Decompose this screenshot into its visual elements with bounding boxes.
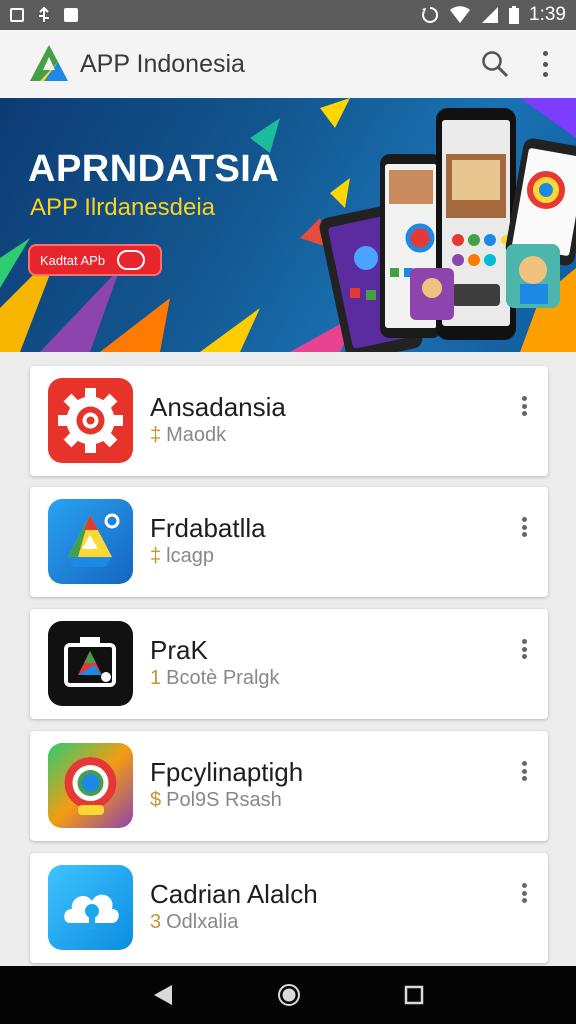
app-card[interactable]: Cadrian Alalch 3 Odlxalia [30,853,548,963]
gallery-notification-icon [10,8,24,22]
usb-icon [39,7,49,22]
banner-cta-button[interactable]: Kadtat APb [28,244,162,276]
app-card[interactable]: PraK 1 Bcotè Pralgk [30,609,548,719]
system-navigation-bar [0,966,576,1024]
n-notification-icon [64,8,78,22]
app-options-icon[interactable] [520,761,528,781]
toggle-icon [117,250,146,270]
back-icon[interactable] [152,983,174,1007]
app-logo-icon [30,45,68,81]
recents-icon[interactable] [404,985,424,1005]
app-name: Ansadansia [150,392,286,422]
camera-icon [48,621,133,706]
battery-icon [509,6,520,24]
banner-cta-label: Kadtat APb [40,252,106,268]
promo-banner[interactable]: APRNDATSIA APP Ilrdanesdeia Kadtat APb [0,98,576,352]
drive-icon [48,499,133,584]
signal-icon [482,7,499,23]
app-subtitle: ‡ lcagp [150,545,214,567]
banner-subheadline: APP Ilrdanesdeia [30,194,216,221]
status-bar: 1:39 [0,0,576,30]
app-bar: APP Indonesia [0,30,576,98]
app-subtitle: $ Pol9S Rsash [150,789,282,811]
cloud-key-icon [48,865,133,950]
app-subtitle: ‡ Maodk [150,424,227,446]
search-icon[interactable] [480,49,510,79]
app-card[interactable]: Fpcylinaptigh $ Pol9S Rsash [30,731,548,841]
gear-icon [48,378,133,463]
app-card[interactable]: Ansadansia ‡ Maodk [30,366,548,476]
app-name: Fpcylinaptigh [150,757,304,787]
app-title: APP Indonesia [80,49,245,78]
overflow-menu-icon[interactable] [540,51,550,77]
chrome-icon [48,743,133,828]
app-options-icon[interactable] [520,517,528,537]
banner-artwork [0,98,576,352]
status-time: 1:39 [529,4,566,25]
app-subtitle: 3 Odlxalia [150,911,239,933]
rotate-icon [422,6,439,23]
app-name: Cadrian Alalch [150,879,318,909]
app-name: Frdabatlla [150,513,266,543]
app-subtitle: 1 Bcotè Pralgk [150,667,280,689]
app-card[interactable]: Frdabatlla ‡ lcagp [30,487,548,597]
home-icon[interactable] [277,983,301,1007]
app-name: PraK [150,635,208,665]
banner-headline: APRNDATSIA [28,148,280,190]
app-options-icon[interactable] [520,883,528,903]
app-options-icon[interactable] [520,639,528,659]
app-options-icon[interactable] [520,396,528,416]
wifi-icon [450,6,471,23]
